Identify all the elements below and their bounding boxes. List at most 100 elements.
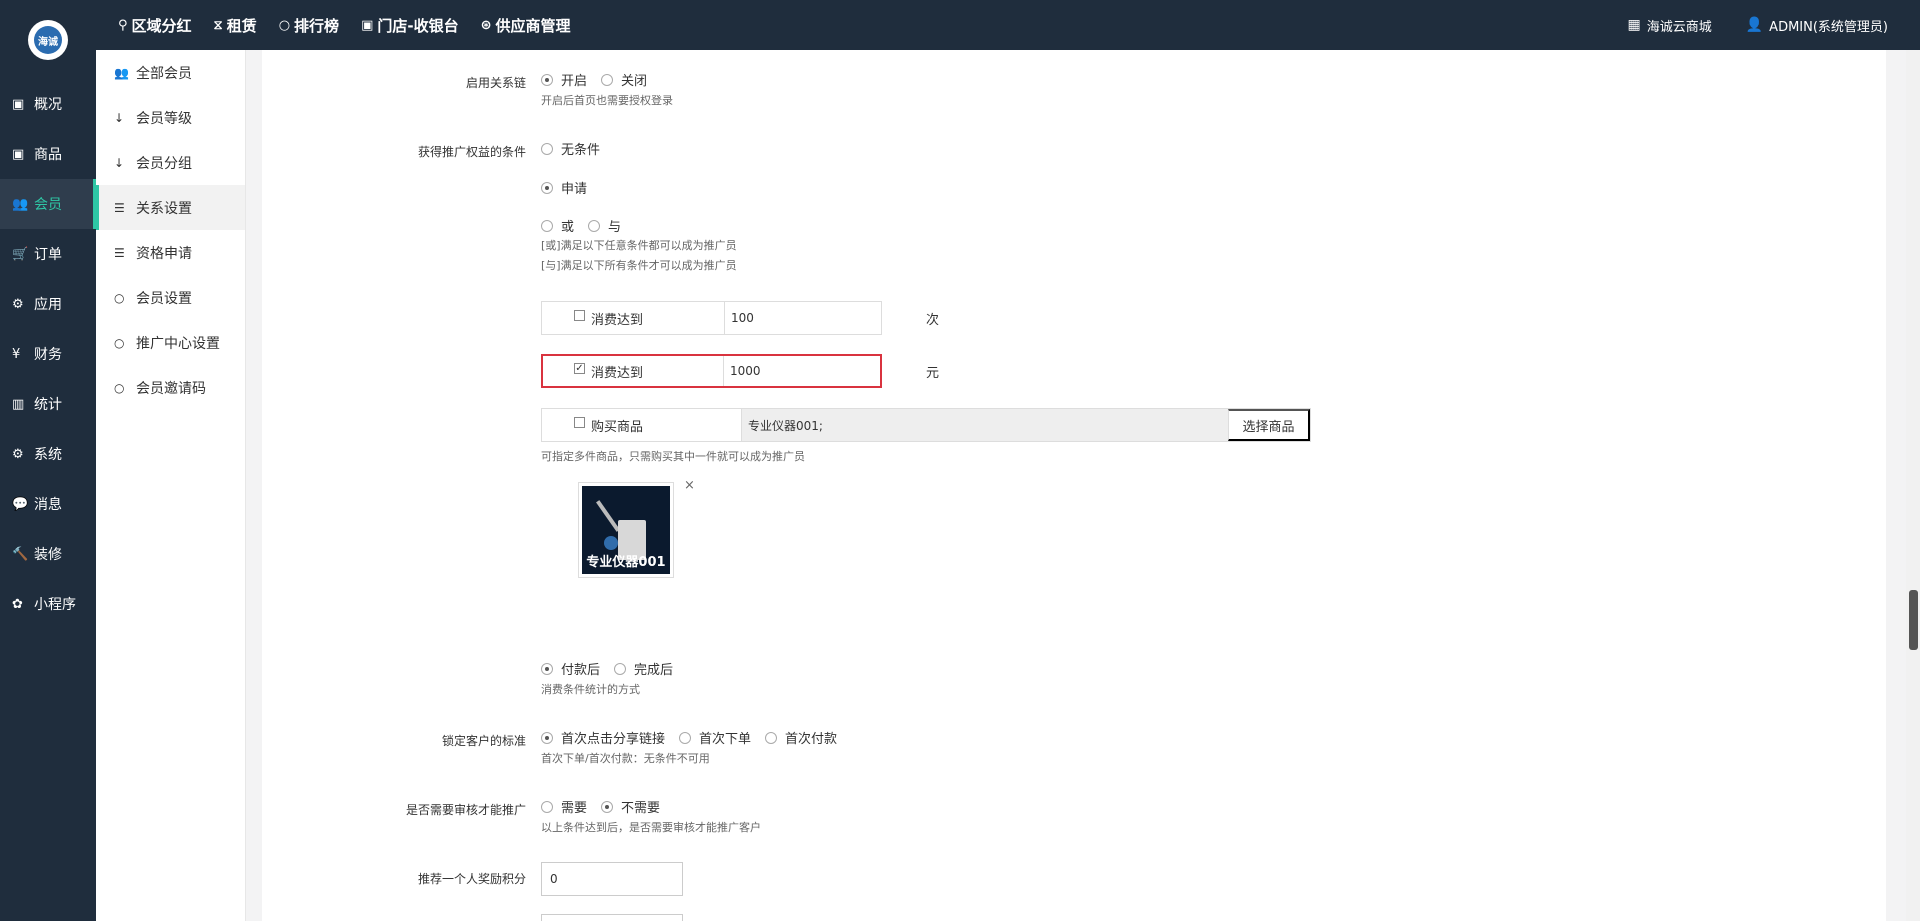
condition-label: 购买商品 <box>591 419 644 435</box>
radio-label: 关闭 <box>621 74 648 89</box>
radio-first-share-click[interactable]: 首次点击分享链接 <box>541 728 665 747</box>
checkbox[interactable] <box>574 309 585 321</box>
topnav-supplier[interactable]: ⊛ 供应商管理 <box>481 15 571 36</box>
checkbox-checked[interactable]: ✓ <box>574 362 585 374</box>
condition-times-input[interactable] <box>725 302 881 334</box>
sort-alpha-icon: ↓ <box>114 155 125 170</box>
condition-amount: ✓ 消费达到 <box>541 354 882 388</box>
condition-times-check[interactable]: 消费达到 <box>542 302 725 334</box>
radio-label: 不需要 <box>621 801 661 816</box>
topnav-store-cashier[interactable]: ▣ 门店-收银台 <box>361 15 459 36</box>
sidebar-item-messages[interactable]: 💬 消息 <box>0 479 96 529</box>
sidebar-item-finance[interactable]: ¥ 财务 <box>0 329 96 379</box>
topnav-label: 排行榜 <box>294 16 340 35</box>
radio-label: 无条件 <box>561 143 601 158</box>
sidebar-item-label: 应用 <box>34 297 62 313</box>
condition-amount-check[interactable]: ✓ 消费达到 <box>543 356 724 386</box>
radio-label: 首次下单 <box>699 732 752 747</box>
sidebar-item-decorate[interactable]: 🔨 装修 <box>0 529 96 579</box>
user-menu[interactable]: 👤 ADMIN(系统管理员) <box>1746 16 1888 35</box>
radio-dot <box>765 731 778 744</box>
radio-dot <box>541 73 553 86</box>
subnav-member-settings[interactable]: ○ 会员设置 <box>96 275 245 320</box>
cart-icon: 🛒 <box>12 246 29 262</box>
subnav-relation-settings[interactable]: ☰ 关系设置 <box>96 185 245 230</box>
subnav-label: 会员等级 <box>136 110 192 127</box>
radio-enable[interactable]: 开启 <box>541 70 587 89</box>
calc-method-radio-group: 付款后 完成后 <box>541 659 687 678</box>
device-arm <box>596 500 620 532</box>
sidebar-item-label: 系统 <box>34 447 62 463</box>
topnav-rental[interactable]: ⧖ 租赁 <box>214 15 257 36</box>
subnav-all-members[interactable]: 👥 全部会员 <box>96 50 245 95</box>
goods-thumbnail: 专业仪器001 <box>578 482 674 578</box>
topnav-label: 区域分红 <box>131 16 192 35</box>
condition-goods-check[interactable]: 购买商品 <box>542 409 742 441</box>
scrollbar-thumb[interactable] <box>1909 590 1918 650</box>
sidebar-item-label: 消息 <box>34 497 62 513</box>
user-label: ADMIN(系统管理员) <box>1769 19 1888 35</box>
sidebar-item-members[interactable]: 👥 会员 <box>0 179 96 229</box>
subnav-label: 资格申请 <box>136 245 192 262</box>
main-content: 启用关系链 开启 关闭 开启后首页也需要授权登录 获得推广权益的条件 无条件 申… <box>246 50 1886 921</box>
help-text: 首次下单/首次付款：无条件不可用 <box>541 752 710 765</box>
choose-goods-button[interactable]: 选择商品 <box>1228 409 1310 441</box>
radio-dot <box>541 142 553 155</box>
topnav-regional-dividend[interactable]: ⚲ 区域分红 <box>118 15 192 36</box>
subnav-label: 推广中心设置 <box>136 335 220 352</box>
top-bar: ⚲ 区域分红 ⧖ 租赁 ○ 排行榜 ▣ 门店-收银台 ⊛ 供应商管理 ▦ 海诚云商城 👤 AD… <box>0 0 1920 50</box>
field-label: 锁定客户的标准 <box>441 734 526 748</box>
page-scrollbar[interactable] <box>1906 50 1920 921</box>
sidebar-item-goods[interactable]: ▣ 商品 <box>0 129 96 179</box>
radio-or[interactable]: 或 <box>541 216 574 235</box>
promo-condition-apply: 申请 <box>541 178 601 197</box>
supplier-icon: ⊛ <box>480 17 492 33</box>
goods-icon: ▣ <box>12 146 25 162</box>
sidebar-item-orders[interactable]: 🛒 订单 <box>0 229 96 279</box>
remove-goods-icon[interactable]: × <box>684 478 695 493</box>
reward-points-input[interactable] <box>541 862 683 896</box>
radio-no-condition[interactable]: 无条件 <box>541 139 600 158</box>
subnav-label: 会员设置 <box>136 290 192 307</box>
radio-first-payment[interactable]: 首次付款 <box>765 728 837 747</box>
main-sidebar: ▣ 概况 ▣ 商品 👥 会员 🛒 订单 ⚙ 应用 ¥ 财务 ▥ 统计 ⚙ 系统 💬 消息 🔨 装修 … <box>0 50 96 921</box>
radio-disable[interactable]: 关闭 <box>601 70 647 89</box>
checkbox[interactable] <box>574 416 585 428</box>
users-icon: 👥 <box>114 65 129 80</box>
help-text: 以上条件达到后，是否需要审核才能推广客户 <box>541 821 761 834</box>
condition-amount-input[interactable] <box>724 356 880 386</box>
sidebar-item-label: 财务 <box>34 347 62 363</box>
sidebar-item-miniprogram[interactable]: ✿ 小程序 <box>0 579 96 629</box>
radio-label: 与 <box>608 220 622 235</box>
help-text: 消费条件统计的方式 <box>541 683 640 696</box>
radio-after-complete[interactable]: 完成后 <box>614 659 673 678</box>
topnav-label: 租赁 <box>226 16 257 35</box>
radio-first-order[interactable]: 首次下单 <box>679 728 751 747</box>
hammer-icon: 🔨 <box>12 546 29 562</box>
radio-label: 付款后 <box>561 663 601 678</box>
topnav-ranking[interactable]: ○ 排行榜 <box>279 15 339 36</box>
radio-label: 或 <box>561 220 575 235</box>
shop-link[interactable]: ▦ 海诚云商城 <box>1627 16 1711 35</box>
next-field-input[interactable] <box>541 914 683 921</box>
radio-apply[interactable]: 申请 <box>541 178 587 197</box>
radio-after-payment[interactable]: 付款后 <box>541 659 600 678</box>
comment-icon: 💬 <box>12 496 29 512</box>
radio-dot <box>541 181 553 194</box>
subnav-member-group[interactable]: ↓ 会员分组 <box>96 140 245 185</box>
radio-need-review[interactable]: 需要 <box>541 797 587 816</box>
overview-icon: ▣ <box>12 96 25 112</box>
promo-condition-logic: 或 与 <box>541 216 635 235</box>
gears-icon: ⚙ <box>12 446 24 462</box>
subnav-invite-code[interactable]: ○ 会员邀请码 <box>96 365 245 410</box>
logo[interactable]: 海诚 <box>28 20 68 60</box>
subnav-promo-center[interactable]: ○ 推广中心设置 <box>96 320 245 365</box>
subnav-member-level[interactable]: ↓ 会员等级 <box>96 95 245 140</box>
sidebar-item-apps[interactable]: ⚙ 应用 <box>0 279 96 329</box>
radio-no-review[interactable]: 不需要 <box>601 797 660 816</box>
sidebar-item-system[interactable]: ⚙ 系统 <box>0 429 96 479</box>
radio-and[interactable]: 与 <box>588 216 621 235</box>
sidebar-item-overview[interactable]: ▣ 概况 <box>0 79 96 129</box>
sidebar-item-stats[interactable]: ▥ 统计 <box>0 379 96 429</box>
subnav-qualification-apply[interactable]: ☰ 资格申请 <box>96 230 245 275</box>
